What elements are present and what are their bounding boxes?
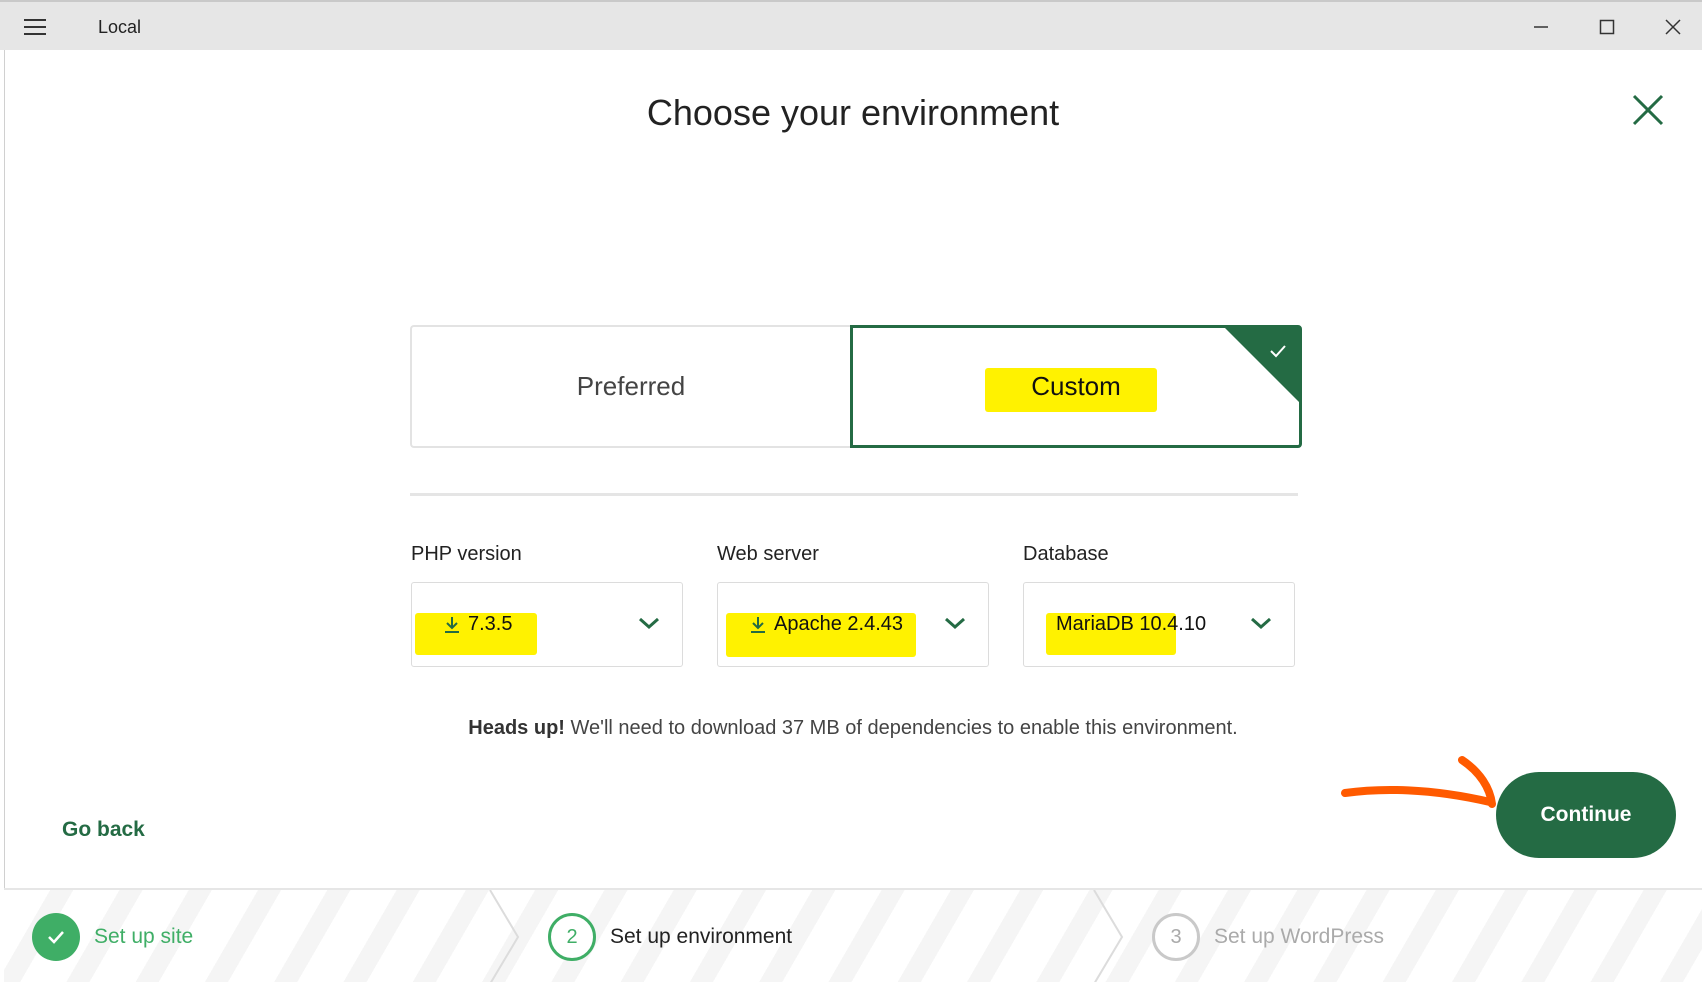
preferred-label: Preferred <box>576 371 686 401</box>
step-set-up-wordpress: 3 Set up WordPress <box>1152 890 1384 982</box>
menu-icon[interactable] <box>24 19 46 35</box>
chevron-down-icon <box>639 617 659 630</box>
preferred-option[interactable]: Preferred <box>410 325 850 448</box>
database-value-wrap: MariaDB 10.4.10 <box>1056 613 1206 636</box>
database-label: Database <box>1023 543 1109 565</box>
environment-toggle: Preferred Custom <box>410 325 1302 448</box>
window-close-button[interactable] <box>1640 2 1702 52</box>
web-server-label: Web server <box>717 543 819 565</box>
step-set-up-environment: 2 Set up environment <box>548 890 792 982</box>
php-version-value-wrap: 7.3.5 <box>444 613 512 636</box>
arrow-icon <box>1341 756 1496 808</box>
maximize-icon <box>1599 19 1615 35</box>
divider <box>410 493 1298 496</box>
download-icon <box>751 616 765 633</box>
title-bar: Local <box>0 0 1702 50</box>
step-separator <box>1093 890 1124 982</box>
minimize-button[interactable] <box>1508 2 1574 52</box>
step-number: 3 <box>1152 913 1200 961</box>
custom-label: Custom <box>1031 371 1121 401</box>
step-label: Set up environment <box>610 925 793 948</box>
page-title: Choose your environment <box>646 92 1060 133</box>
web-server-value-wrap: Apache 2.4.43 <box>750 613 903 636</box>
step-set-up-site: Set up site <box>32 890 193 982</box>
php-version-select[interactable]: 7.3.5 <box>411 582 683 667</box>
download-notice: Heads up! We'll need to download 37 MB o… <box>0 717 1702 740</box>
check-icon <box>1270 345 1286 358</box>
minimize-icon <box>1534 26 1548 28</box>
continue-button[interactable]: Continue <box>1496 772 1676 858</box>
app-title: Local <box>98 17 142 37</box>
php-version-label: PHP version <box>411 543 522 565</box>
step-separator <box>489 890 520 982</box>
app-window <box>4 50 1702 982</box>
database-value: MariaDB 10.4.10 <box>1056 613 1207 635</box>
php-version-value: 7.3.5 <box>468 613 513 635</box>
notice-text: We'll need to download 37 MB of dependen… <box>564 717 1238 739</box>
web-server-select[interactable]: Apache 2.4.43 <box>717 582 989 667</box>
database-select[interactable]: MariaDB 10.4.10 <box>1023 582 1295 667</box>
check-icon <box>32 913 80 961</box>
close-icon <box>1665 19 1681 35</box>
notice-strong: Heads up! <box>468 717 565 739</box>
step-number: 2 <box>548 913 596 961</box>
chevron-down-icon <box>945 617 965 630</box>
maximize-button[interactable] <box>1574 2 1640 52</box>
web-server-value: Apache 2.4.43 <box>774 613 903 635</box>
chevron-down-icon <box>1251 617 1271 630</box>
download-icon <box>445 616 459 633</box>
step-label: Set up WordPress <box>1214 925 1385 948</box>
step-label: Set up site <box>94 925 194 948</box>
go-back-link[interactable]: Go back <box>62 818 145 842</box>
stepper: Set up site 2 Set up environment 3 Set u… <box>4 888 1702 982</box>
selected-corner <box>1224 327 1300 403</box>
custom-option[interactable]: Custom <box>850 325 1302 448</box>
